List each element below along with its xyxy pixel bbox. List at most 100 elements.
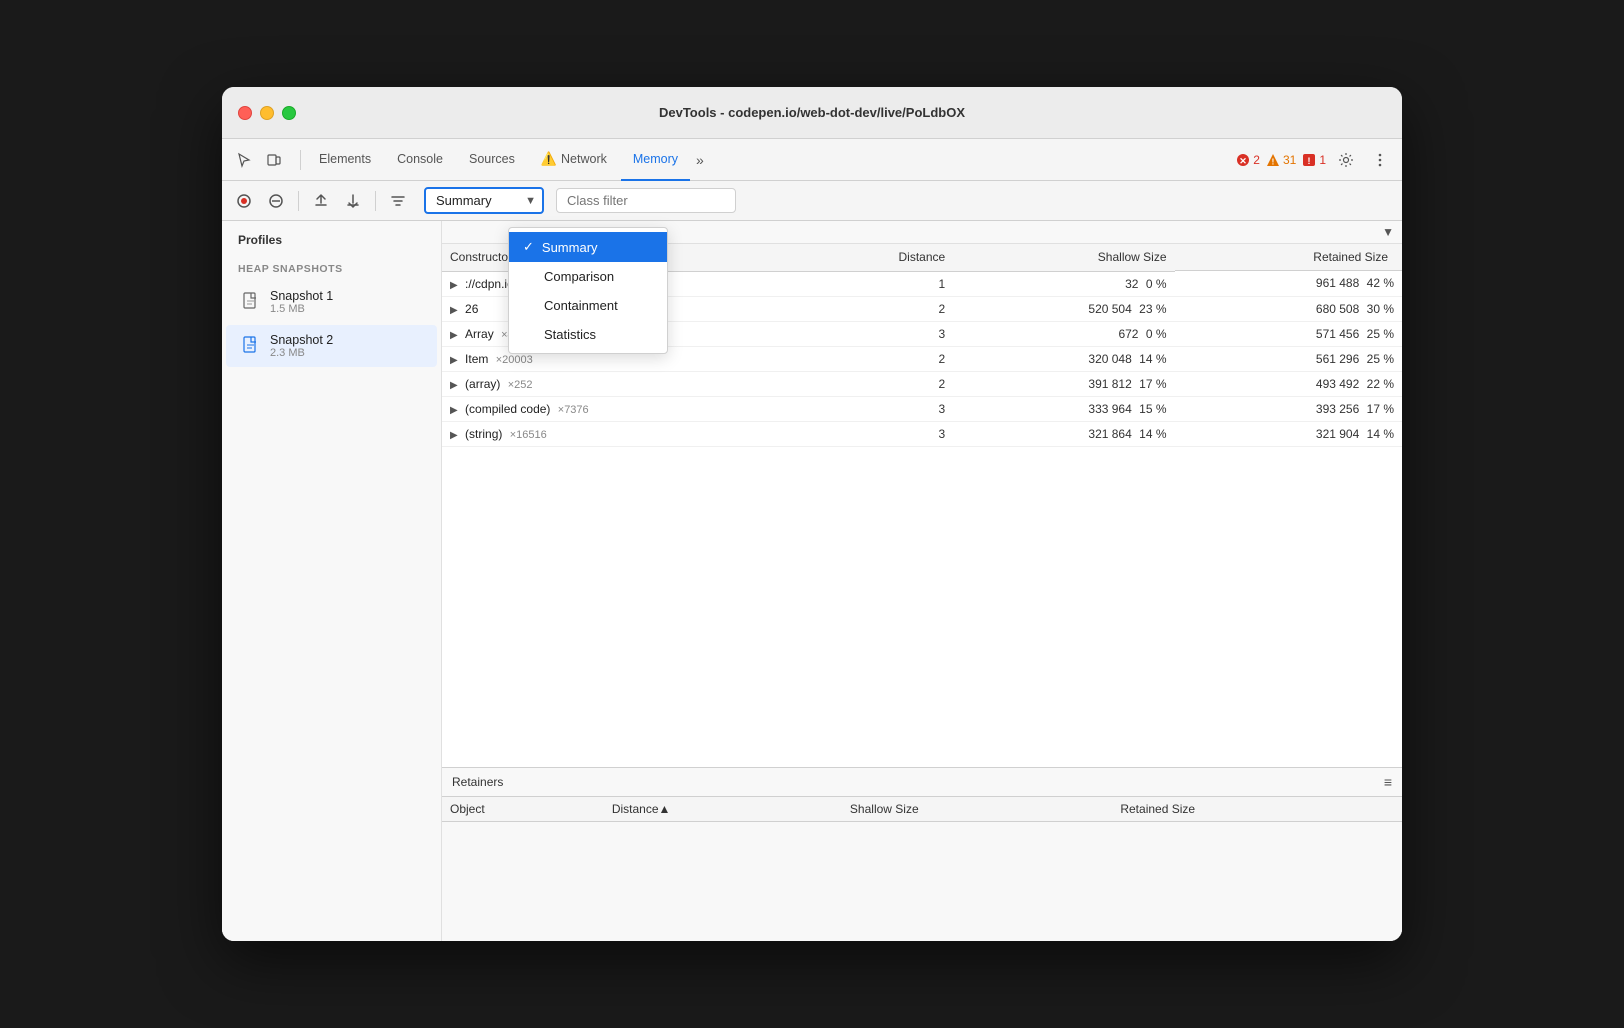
dropdown-option-containment[interactable]: Containment [509, 291, 667, 320]
more-options-icon[interactable] [1366, 146, 1394, 174]
retainers-section: Retainers ≡ Object Distance▲ [442, 767, 1402, 942]
tab-memory-label: Memory [633, 152, 678, 166]
snapshot-2-size: 2.3 MB [270, 347, 333, 359]
dropdown-option-containment-label: Containment [544, 298, 618, 313]
dropdown-option-statistics-label: Statistics [544, 327, 596, 342]
row-6-constructor: ▶ (string) ×16516 [442, 421, 806, 446]
minimize-button[interactable] [260, 106, 274, 120]
retainers-empty-row [442, 821, 1402, 941]
col-shallow-size[interactable]: Shallow Size [953, 244, 1174, 271]
sidebar: Profiles HEAP SNAPSHOTS Snapshot 1 1.5 M [222, 221, 442, 941]
retainers-col-retained[interactable]: Retained Size [1112, 797, 1402, 822]
col-distance[interactable]: Distance [806, 244, 953, 271]
window-title: DevTools - codepen.io/web-dot-dev/live/P… [659, 105, 965, 120]
summary-dropdown: ✓ Summary Comparison Containment Statist… [508, 227, 668, 354]
snapshot-2-item[interactable]: Snapshot 2 2.3 MB [226, 325, 437, 367]
table-row[interactable]: ▶ (array) ×252 2 391 812 17 % [442, 371, 1402, 396]
table-row[interactable]: ▶ (string) ×16516 3 321 864 14 % [442, 421, 1402, 446]
retainers-col-shallow[interactable]: Shallow Size [842, 797, 1112, 822]
expand-arrow-3[interactable]: ▶ [450, 355, 458, 366]
devtools-window: DevTools - codepen.io/web-dot-dev/live/P… [222, 87, 1402, 941]
col-retained-size[interactable]: Retained Size [1175, 244, 1403, 271]
row-2-distance: 3 [806, 321, 953, 346]
row-5-distance: 3 [806, 396, 953, 421]
profiles-title: Profiles [222, 221, 441, 255]
toolbar-sep-2 [298, 191, 299, 211]
row-6-shallow: 321 864 14 % [953, 421, 1174, 446]
view-dropdown-arrow[interactable]: ▼ [1382, 225, 1394, 239]
svg-text:!: ! [1272, 157, 1275, 166]
summary-select[interactable]: Summary Comparison Containment Statistic… [424, 187, 544, 214]
table-row[interactable]: ▶ (compiled code) ×7376 3 333 964 15 % [442, 396, 1402, 421]
row-1-shallow: 520 504 23 % [953, 296, 1174, 321]
tab-network[interactable]: ⚠️ Network [529, 139, 619, 181]
row-4-distance: 2 [806, 371, 953, 396]
page-wrapper: Summary Comparison Containment Statistic… [222, 181, 1402, 941]
info-badge[interactable]: ! 1 [1302, 153, 1326, 167]
expand-arrow-5[interactable]: ▶ [450, 405, 458, 416]
check-icon: ✓ [523, 239, 534, 255]
toolbar-right: ✕ 2 ! 31 ! 1 [1236, 146, 1394, 174]
close-button[interactable] [238, 106, 252, 120]
snapshot-1-name: Snapshot 1 [270, 289, 333, 303]
tab-elements-label: Elements [319, 152, 371, 166]
more-tabs-button[interactable]: » [692, 152, 708, 168]
toolbar-separator-1 [300, 150, 301, 170]
snapshot-1-info: Snapshot 1 1.5 MB [270, 289, 333, 315]
record-button[interactable] [230, 187, 258, 215]
snapshot-1-item[interactable]: Snapshot 1 1.5 MB [226, 281, 437, 323]
retainers-title: Retainers [452, 775, 503, 789]
main-toolbar: Elements Console Sources ⚠️ Network Memo… [222, 139, 1402, 181]
download-button[interactable] [339, 187, 367, 215]
error-badge[interactable]: ✕ 2 [1236, 153, 1260, 167]
expand-arrow-1[interactable]: ▶ [450, 305, 458, 316]
error-count: 2 [1253, 153, 1260, 167]
dropdown-option-summary-label: Summary [542, 240, 598, 255]
snapshot-2-name: Snapshot 2 [270, 333, 333, 347]
device-toolbar-icon[interactable] [260, 146, 288, 174]
maximize-button[interactable] [282, 106, 296, 120]
row-3-retained: 561 296 25 % [1175, 346, 1403, 371]
row-0-shallow: 32 0 % [953, 271, 1174, 296]
settings-icon[interactable] [1332, 146, 1360, 174]
tab-sources[interactable]: Sources [457, 139, 527, 181]
main-content: Profiles HEAP SNAPSHOTS Snapshot 1 1.5 M [222, 221, 1402, 941]
tab-memory[interactable]: Memory [621, 139, 690, 181]
row-1-distance: 2 [806, 296, 953, 321]
upload-button[interactable] [307, 187, 335, 215]
tab-network-label: Network [561, 152, 607, 166]
row-5-retained: 393 256 17 % [1175, 396, 1403, 421]
expand-arrow-2[interactable]: ▶ [450, 330, 458, 341]
filter-button[interactable] [384, 187, 412, 215]
titlebar: DevTools - codepen.io/web-dot-dev/live/P… [222, 87, 1402, 139]
tab-console[interactable]: Console [385, 139, 455, 181]
clear-button[interactable] [262, 187, 290, 215]
expand-arrow-6[interactable]: ▶ [450, 430, 458, 441]
expand-arrow-0[interactable]: ▶ [450, 280, 458, 291]
row-0-distance: 1 [806, 271, 953, 296]
tab-elements[interactable]: Elements [307, 139, 383, 181]
tab-sources-label: Sources [469, 152, 515, 166]
toolbar-sep-3 [375, 191, 376, 211]
retainers-header-row: Object Distance▲ Shallow Size Retained S… [442, 797, 1402, 822]
dropdown-option-summary[interactable]: ✓ Summary [509, 232, 667, 262]
expand-arrow-4[interactable]: ▶ [450, 380, 458, 391]
dropdown-option-comparison[interactable]: Comparison [509, 262, 667, 291]
info-count: 1 [1319, 153, 1326, 167]
warn-badge[interactable]: ! 31 [1266, 153, 1296, 167]
traffic-lights [238, 106, 296, 120]
class-filter-input[interactable] [556, 188, 736, 213]
retainers-header: Retainers ≡ [442, 768, 1402, 797]
heap-snapshots-label: HEAP SNAPSHOTS [222, 255, 441, 279]
svg-text:!: ! [1308, 156, 1311, 166]
retainers-col-object[interactable]: Object [442, 797, 604, 822]
retainers-menu-icon[interactable]: ≡ [1384, 774, 1392, 790]
row-3-distance: 2 [806, 346, 953, 371]
dropdown-option-statistics[interactable]: Statistics [509, 320, 667, 349]
row-5-shallow: 333 964 15 % [953, 396, 1174, 421]
cursor-icon[interactable] [230, 146, 258, 174]
retainers-col-distance[interactable]: Distance▲ [604, 797, 842, 822]
snapshot-1-size: 1.5 MB [270, 303, 333, 315]
summary-select-wrapper: Summary Comparison Containment Statistic… [424, 187, 544, 214]
warn-count: 31 [1283, 153, 1296, 167]
